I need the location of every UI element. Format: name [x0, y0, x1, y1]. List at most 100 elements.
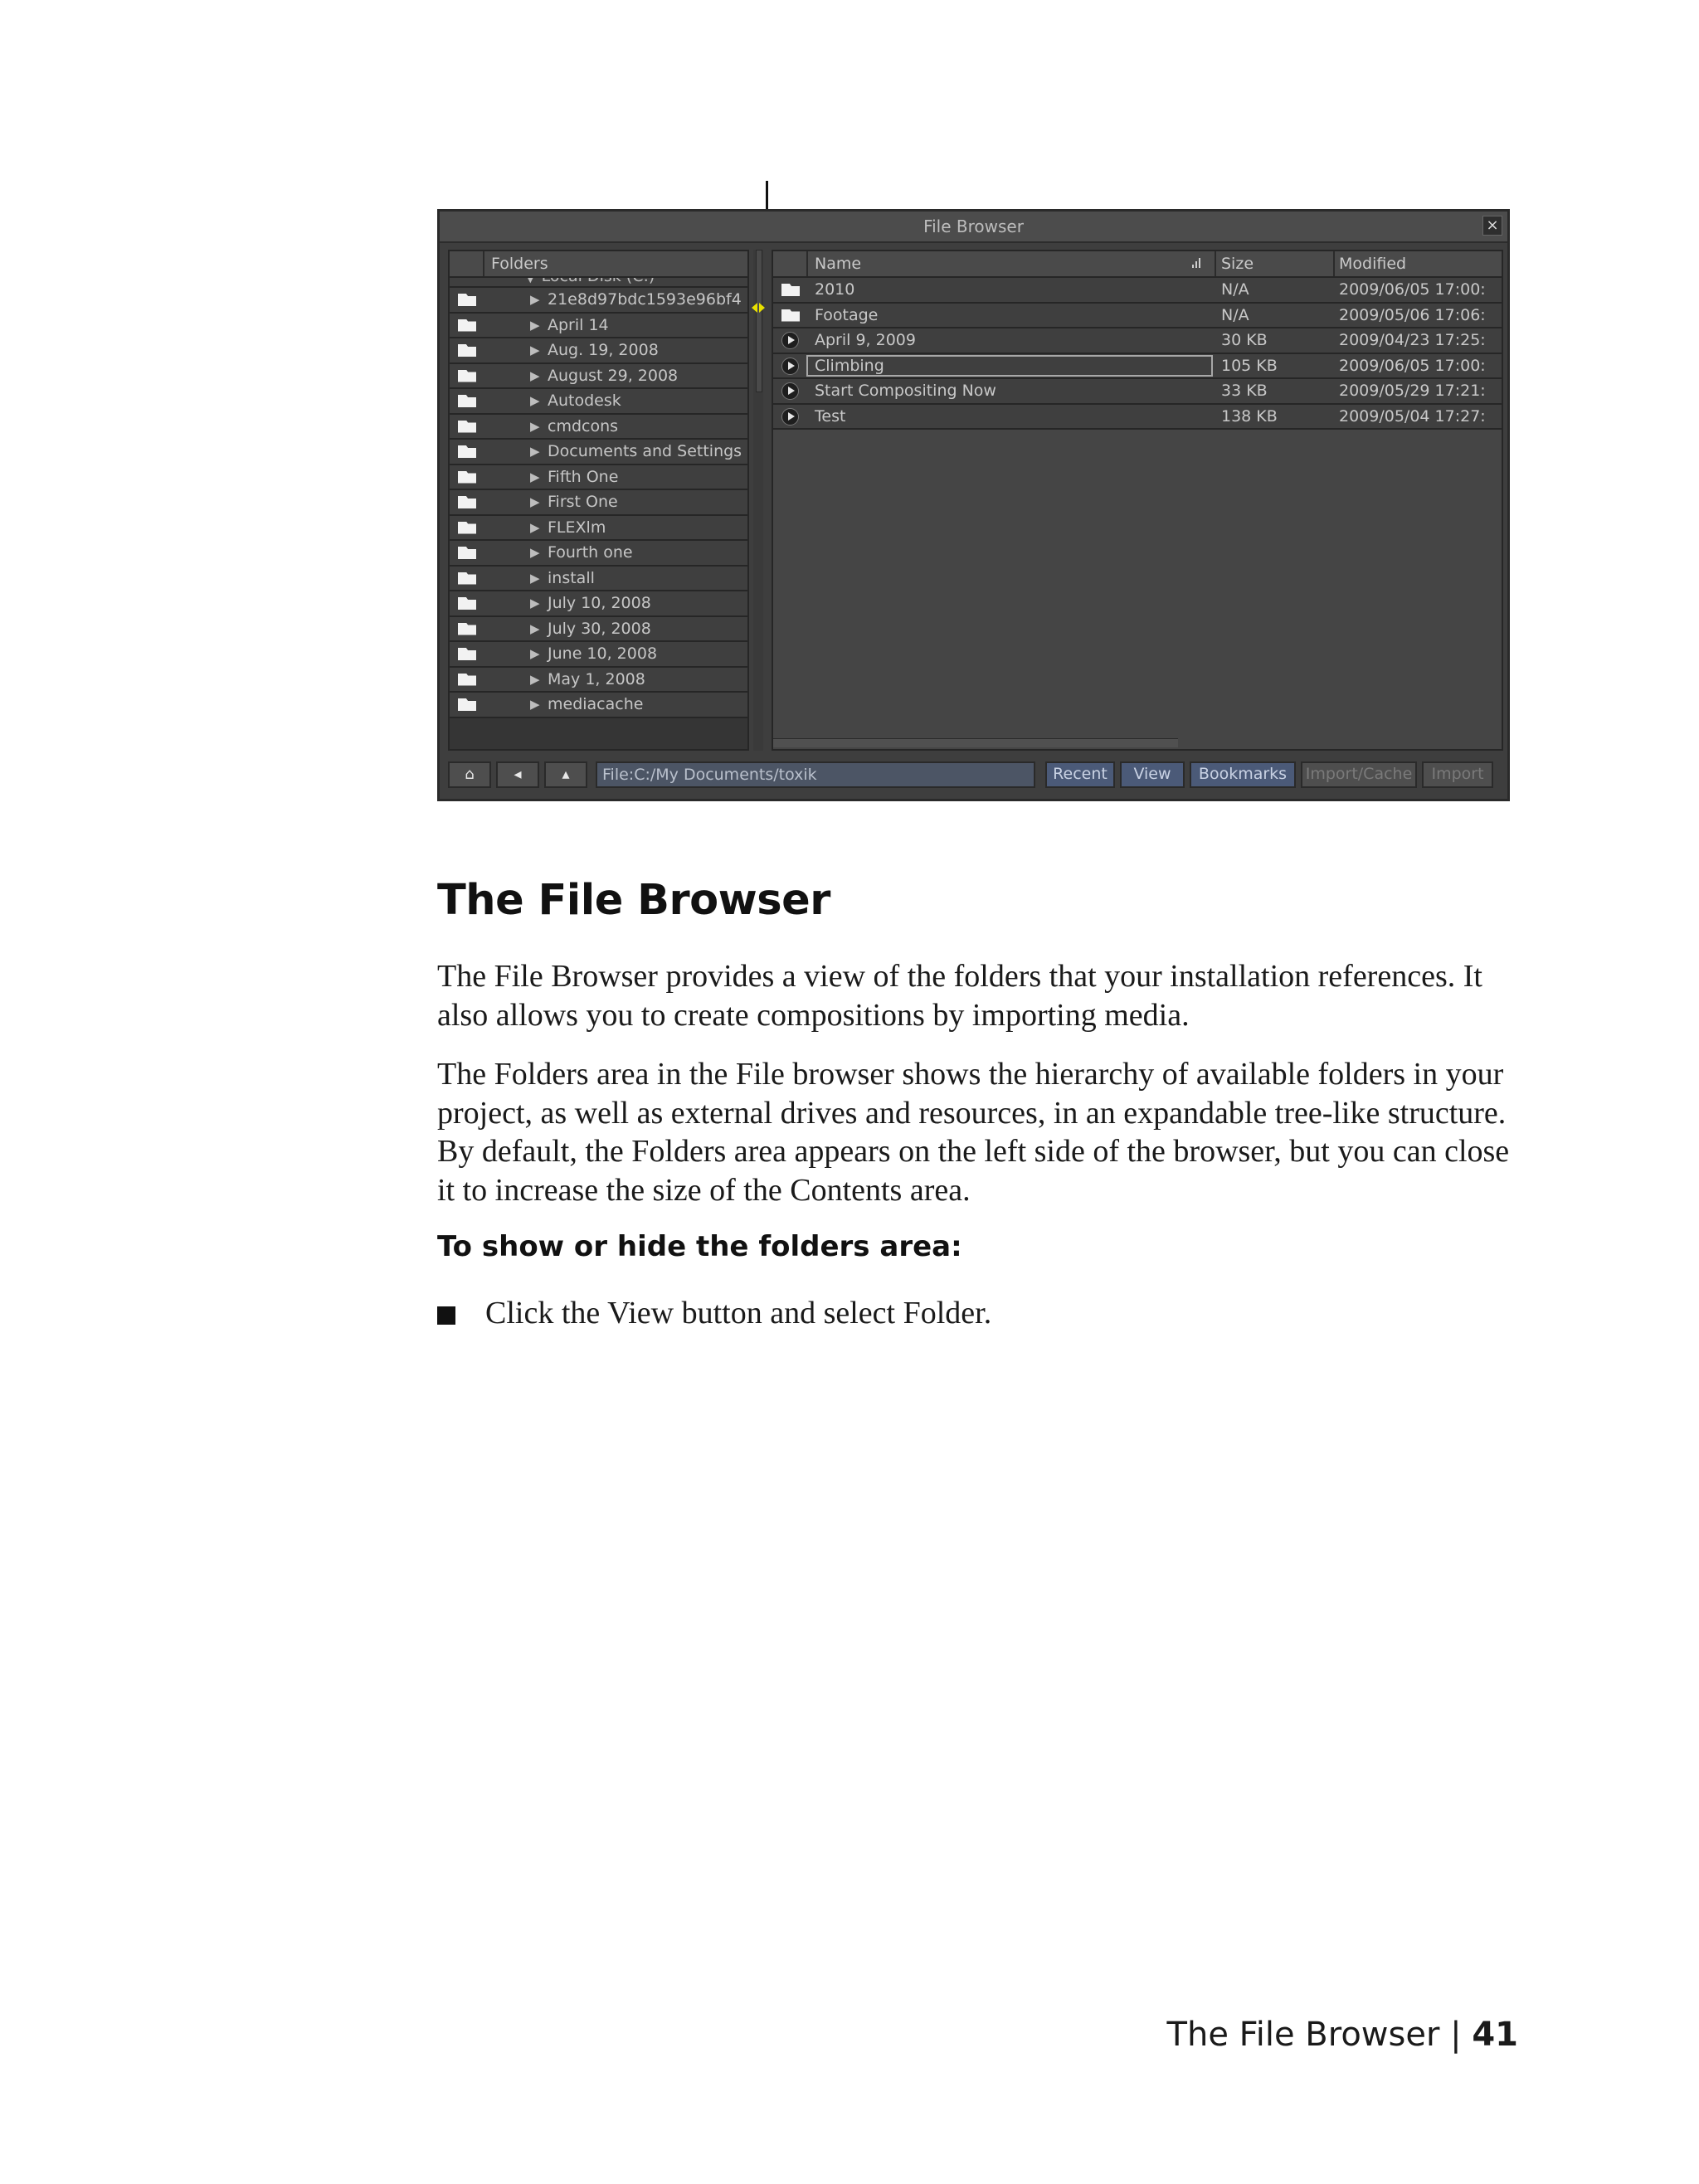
- folder-icon: [458, 547, 476, 559]
- footer-separator: |: [1450, 2016, 1462, 2054]
- expand-arrow-icon[interactable]: ▶: [530, 469, 540, 484]
- path-field[interactable]: File:C:/My Documents/toxik: [596, 761, 1035, 788]
- folder-tree-item[interactable]: ▶ May 1, 2008: [450, 667, 747, 693]
- item-modified: 2009/05/29 17:21:: [1339, 382, 1486, 400]
- folder-tree-item[interactable]: ▶ Autodesk: [450, 389, 747, 415]
- window-titlebar[interactable]: File Browser ×: [440, 212, 1507, 243]
- expand-arrow-icon[interactable]: ▶: [530, 368, 540, 383]
- item-name: Start Compositing Now: [815, 382, 996, 400]
- intro-paragraph: The File Browser provides a view of the …: [437, 959, 1482, 1033]
- contents-panel: Name Size Modified 2010 N/A 2009/06/05 17:…: [772, 250, 1503, 751]
- splitter-handle-icon[interactable]: [752, 301, 765, 314]
- folder-icon: [458, 420, 476, 433]
- contents-scrollbar[interactable]: [773, 738, 1178, 747]
- folder-tree-item[interactable]: ▶ April 14: [450, 313, 747, 338]
- folders-header-label: Folders: [491, 255, 548, 273]
- view-button[interactable]: View: [1120, 761, 1185, 788]
- import-button[interactable]: Import: [1422, 761, 1493, 788]
- folder-tree-item[interactable]: ▶ 21e8d97bdc1593e96bf4: [450, 288, 747, 314]
- expand-arrow-icon[interactable]: ▶: [530, 292, 540, 307]
- contents-row[interactable]: Climbing 105 KB 2009/06/05 17:00:: [773, 353, 1502, 379]
- contents-row[interactable]: April 9, 2009 30 KB 2009/04/23 17:25:: [773, 328, 1502, 354]
- folders-paragraph: The Folders area in the File browser sho…: [437, 1057, 1510, 1208]
- expand-arrow-icon[interactable]: ▶: [530, 494, 540, 509]
- folder-tree-label: 21e8d97bdc1593e96bf4: [548, 290, 742, 309]
- folder-tree-item[interactable]: ▶ mediacache: [450, 693, 747, 718]
- contents-row[interactable]: 2010 N/A 2009/06/05 17:00:: [773, 278, 1502, 304]
- expand-arrow-icon[interactable]: ▶: [530, 419, 540, 434]
- column-header-modified[interactable]: Modified: [1339, 255, 1406, 273]
- column-header-name[interactable]: Name: [815, 255, 861, 273]
- panel-splitter[interactable]: [753, 250, 763, 751]
- expand-arrow-icon[interactable]: ▶: [530, 343, 540, 358]
- expand-arrow-icon[interactable]: ▶: [530, 672, 540, 687]
- expand-arrow-icon[interactable]: ▶: [530, 621, 540, 636]
- recent-button[interactable]: Recent: [1045, 761, 1115, 788]
- browser-toolbar: ⌂ ◂ ▴ File:C:/My Documents/toxik Recent …: [448, 761, 1504, 790]
- item-modified: 2009/05/04 17:27:: [1339, 406, 1486, 426]
- folder-tree-label: July 30, 2008: [548, 619, 651, 638]
- item-name: Footage: [815, 305, 879, 324]
- item-name: Climbing: [815, 356, 884, 375]
- folders-panel: Folders ▼ Local Disk (C:) ▶ 21e8d97bdc159…: [448, 250, 749, 751]
- back-arrow-icon: ◂: [514, 766, 522, 783]
- item-name: Test: [815, 406, 846, 426]
- folder-tree-item[interactable]: ▶ Aug. 19, 2008: [450, 338, 747, 364]
- item-size: N/A: [1221, 305, 1249, 324]
- folder-tree-item[interactable]: ▶ First One: [450, 490, 747, 516]
- home-button[interactable]: ⌂: [448, 761, 491, 788]
- expand-arrow-icon[interactable]: ▶: [530, 444, 540, 459]
- column-header-size[interactable]: Size: [1221, 255, 1254, 273]
- folder-tree-item[interactable]: ▶ July 30, 2008: [450, 616, 747, 642]
- file-browser-window: File Browser × Folders ▼ Local Disk (C:)…: [437, 209, 1510, 801]
- folder-tree-item[interactable]: ▶ Fourth one: [450, 541, 747, 567]
- folder-tree-item[interactable]: ▶ Fifth One: [450, 465, 747, 490]
- folder-tree-label: July 10, 2008: [548, 594, 651, 612]
- expand-arrow-icon[interactable]: ▶: [530, 393, 540, 408]
- folder-tree-item[interactable]: ▶ Documents and Settings: [450, 440, 747, 465]
- folder-tree-label: FLEXlm: [548, 518, 606, 537]
- up-arrow-icon: ▴: [562, 766, 570, 783]
- folder-tree-label: Fourth one: [548, 543, 633, 562]
- expand-arrow-icon[interactable]: ▶: [530, 545, 540, 560]
- expand-arrow-icon[interactable]: ▶: [530, 571, 540, 586]
- item-name: 2010: [815, 280, 855, 299]
- expand-arrow-icon[interactable]: ▶: [530, 520, 540, 535]
- expand-arrow-icon[interactable]: ▶: [530, 697, 540, 712]
- folder-tree-item[interactable]: ▶ August 29, 2008: [450, 363, 747, 389]
- back-button[interactable]: ◂: [496, 761, 539, 788]
- item-modified: 2009/05/06 17:06:: [1339, 305, 1486, 324]
- item-modified: 2009/06/05 17:00:: [1339, 356, 1486, 375]
- expand-arrow-icon[interactable]: ▶: [530, 596, 540, 610]
- bookmarks-button[interactable]: Bookmarks: [1190, 761, 1296, 788]
- folder-icon: [458, 521, 476, 534]
- expand-arrow-icon[interactable]: ▶: [530, 318, 540, 333]
- folders-header[interactable]: Folders: [450, 251, 747, 278]
- folder-tree-item[interactable]: ▶ June 10, 2008: [450, 642, 747, 668]
- contents-row[interactable]: Start Compositing Now 33 KB 2009/05/29 17:…: [773, 379, 1502, 405]
- folder-tree-label: Documents and Settings: [548, 442, 742, 460]
- page-footer: The File Browser | 41: [1167, 2016, 1518, 2054]
- folder-tree-label: install: [548, 568, 595, 587]
- procedure-step: Click the View button and select Folder.: [485, 1296, 992, 1330]
- folders-scrollbar[interactable]: [756, 250, 762, 392]
- folder-icon: [458, 369, 476, 382]
- folder-tree-label: Aug. 19, 2008: [548, 341, 659, 359]
- folder-tree-item[interactable]: ▶ cmdcons: [450, 414, 747, 440]
- folders-header-checkbox[interactable]: [450, 251, 484, 276]
- expand-arrow-icon[interactable]: ▶: [530, 646, 540, 661]
- home-icon: ⌂: [465, 766, 475, 783]
- contents-row[interactable]: Test 138 KB 2009/05/04 17:27:: [773, 404, 1502, 430]
- folder-tree-item[interactable]: ▶ July 10, 2008: [450, 591, 747, 617]
- folder-tree-item[interactable]: ▶ FLEXlm: [450, 515, 747, 541]
- item-name: April 9, 2009: [815, 331, 916, 349]
- sort-icon[interactable]: [1192, 258, 1202, 268]
- tree-item-local-disk[interactable]: ▼ Local Disk (C:): [450, 278, 747, 288]
- close-icon[interactable]: ×: [1482, 216, 1502, 236]
- contents-row[interactable]: Footage N/A 2009/05/06 17:06:: [773, 303, 1502, 328]
- up-button[interactable]: ▴: [544, 761, 587, 788]
- clip-play-icon: [781, 382, 799, 400]
- header-type-column[interactable]: [773, 251, 808, 276]
- import-cache-button[interactable]: Import/Cache: [1301, 761, 1417, 788]
- folder-tree-item[interactable]: ▶ install: [450, 566, 747, 591]
